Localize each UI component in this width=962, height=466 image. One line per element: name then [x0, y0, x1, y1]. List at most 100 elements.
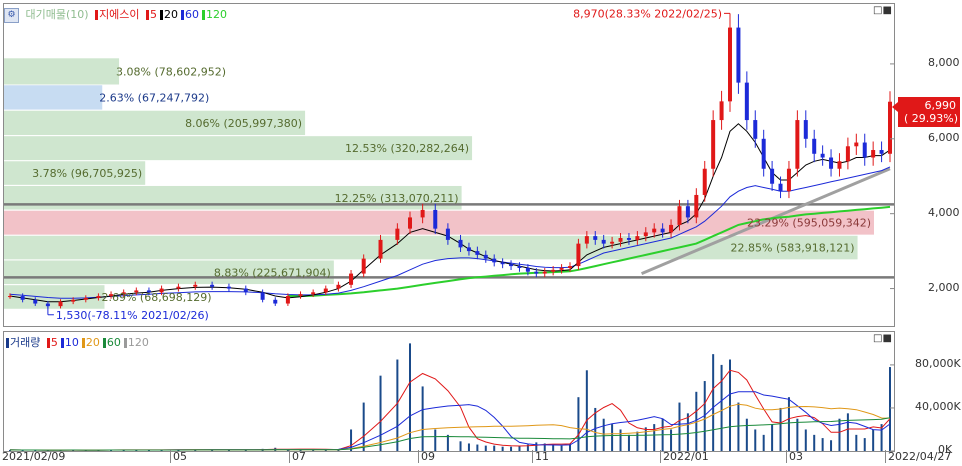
volume-profile-label: 22.85% (583,918,121) [731, 242, 855, 255]
volume-bar [636, 431, 639, 451]
current-price-tag: 6,990 ( 29.93%) [892, 97, 960, 127]
ma-legend-5[interactable]: 5 [150, 8, 157, 21]
candle-body [601, 239, 606, 244]
ma-marker-icon [46, 338, 50, 348]
ma-legend-120[interactable]: 120 [128, 336, 149, 349]
candle-body [837, 161, 842, 169]
volume-bar [771, 424, 774, 451]
volume-window-controls: □■ [873, 333, 892, 344]
ma-legend-5[interactable]: 5 [51, 336, 58, 349]
volume-bar [493, 445, 496, 451]
candle-body [336, 284, 341, 289]
candle-body [795, 120, 800, 169]
volume-ma20-line [9, 403, 891, 451]
min-annotation: 1,530(-78.11% 2021/02/26) [56, 309, 209, 322]
candle-body [475, 251, 480, 255]
volume-bar [552, 444, 555, 451]
price-axis-label: 2,000 [928, 280, 960, 294]
candle-body [685, 206, 690, 218]
candle-body [879, 150, 884, 154]
max-annotation: 8,970(28.33% 2022/02/25) [573, 7, 722, 20]
candle-body [568, 266, 572, 268]
ma-marker-icon [146, 10, 150, 20]
price-axis-label: 4,000 [928, 205, 960, 219]
candle-body [311, 292, 316, 295]
ma-marker-icon [60, 338, 64, 348]
volume-bar [510, 446, 513, 451]
ma-legend-20[interactable]: 20 [86, 336, 100, 349]
volume-bar [560, 445, 563, 451]
volume-profile-label: 2.63% (67,247,792) [99, 91, 209, 104]
volume-bar [720, 364, 723, 451]
candle-body [618, 238, 623, 242]
volume-axis-label: 40,000K [915, 399, 961, 413]
volume-bar [846, 413, 849, 451]
volume-profile-label: 3.08% (78,602,952) [116, 65, 226, 78]
x-axis-label: 03 [786, 450, 803, 463]
volume-profile-legend[interactable]: 대기매물(10) [26, 8, 89, 21]
x-axis-label: 2022/01 [660, 450, 709, 463]
volume-bar [838, 418, 841, 451]
volume-bar [737, 402, 740, 451]
stock-name[interactable]: 지에스이 [99, 8, 139, 21]
candle-body [33, 299, 38, 304]
candle-body [862, 142, 867, 158]
candle-body [786, 168, 791, 192]
candle-body [273, 299, 278, 304]
candle-body [176, 286, 181, 289]
candle-body [58, 301, 63, 307]
ma-marker-icon [160, 10, 164, 20]
volume-title[interactable]: 거래량 [10, 336, 40, 349]
candle-body [753, 120, 758, 139]
chart-window: 8,970(28.33% 2022/02/25) 1,530(-78.11% 20… [0, 0, 962, 466]
volume-bar [712, 354, 715, 451]
volume-profile-label: 12.25% (313,070,211) [335, 192, 459, 205]
volume-bar [830, 440, 833, 451]
volume-bar [611, 424, 614, 451]
volume-bar [577, 397, 580, 451]
ma-legend-10[interactable]: 10 [65, 336, 79, 349]
volume-bar [594, 407, 597, 451]
volume-bars [9, 343, 891, 451]
candle-body [584, 236, 589, 244]
current-price-value: 6,990 [924, 99, 957, 112]
volume-bar [501, 446, 504, 451]
volume-bar [754, 429, 757, 451]
candle-body [226, 286, 231, 289]
volume-bar [467, 443, 470, 451]
candle-body [626, 238, 631, 240]
maximize-icon[interactable]: ■ [882, 333, 891, 344]
candle-body [298, 294, 303, 297]
candle-body [458, 239, 463, 248]
candle-body [483, 254, 488, 259]
volume-profile-bar [4, 235, 858, 260]
ma-marker-icon [95, 10, 99, 20]
candle-body [509, 264, 514, 267]
ma-marker-icon [102, 338, 106, 348]
candle-body [660, 228, 665, 233]
volume-bar [821, 438, 824, 451]
maximize-icon[interactable]: ■ [882, 5, 891, 16]
candle-body [829, 157, 834, 169]
settings-icon[interactable]: ⚙ [4, 7, 19, 23]
candle-body [285, 296, 290, 304]
ma-legend-20[interactable]: 20 [164, 8, 178, 21]
candle-body [83, 297, 88, 300]
volume-bar [745, 418, 748, 451]
candle-body [323, 288, 328, 293]
candle-body [20, 296, 25, 300]
volume-bar [619, 429, 622, 451]
x-axis-label: 2021/02/09 [2, 450, 66, 463]
volume-profile-label: 3.78% (96,705,925) [32, 167, 142, 180]
candle-body [820, 153, 825, 158]
candle-body [395, 228, 400, 240]
x-axis-label: 07 [289, 450, 306, 463]
candle-body [576, 243, 581, 267]
ma-legend-120[interactable]: 120 [206, 8, 227, 21]
ma-marker-icon [123, 338, 127, 348]
ma-legend-60[interactable]: 60 [107, 336, 121, 349]
candle-body [711, 120, 716, 169]
ma-legend-60[interactable]: 60 [185, 8, 199, 21]
volume-bar [813, 434, 816, 451]
volume-profile-label: 8.83% (225,671,904) [214, 266, 331, 279]
